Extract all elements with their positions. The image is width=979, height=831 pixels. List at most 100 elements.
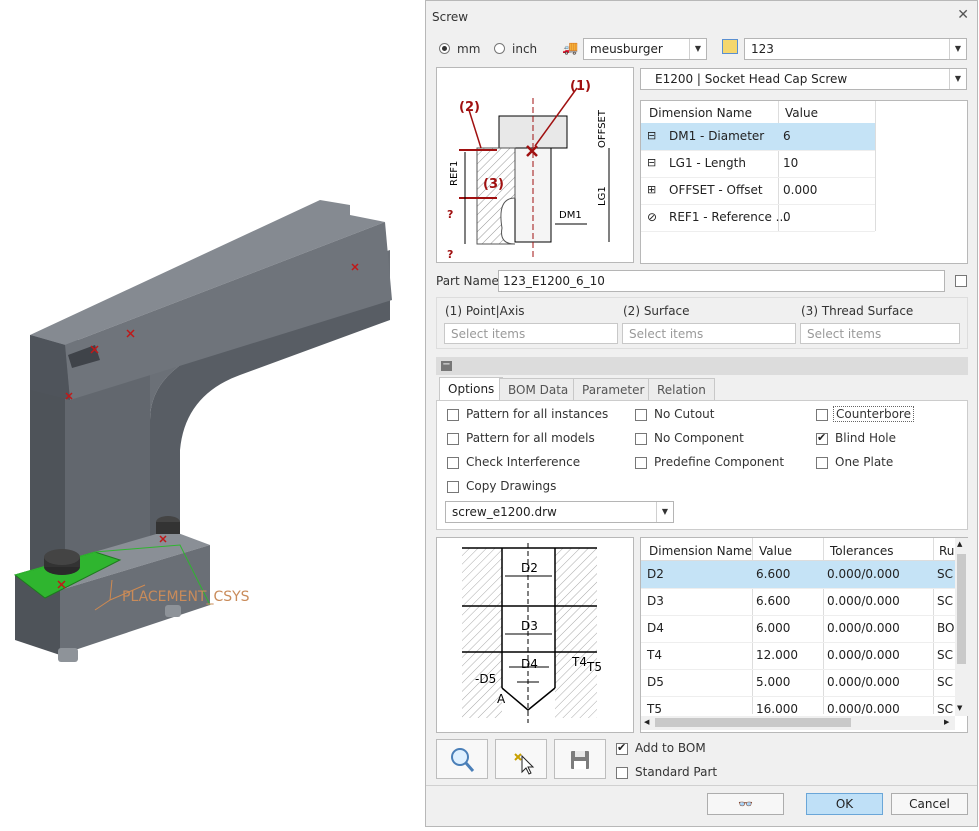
hole-row-d2[interactable]: D2 6.600 0.000/0.000 SC xyxy=(641,561,955,589)
radio-mm[interactable] xyxy=(439,43,450,54)
col-value: Value xyxy=(759,544,792,558)
hole-row-d3[interactable]: D3 6.600 0.000/0.000 SC xyxy=(641,588,955,616)
tab-options[interactable]: Options xyxy=(439,377,504,401)
hole-row-value[interactable]: 5.000 xyxy=(756,675,790,689)
cb-standard-part[interactable] xyxy=(616,767,628,779)
scroll-thumb[interactable] xyxy=(957,554,966,664)
hole-row-name: D3 xyxy=(647,594,664,608)
cb-add-to-bom[interactable] xyxy=(616,741,628,755)
save-button[interactable] xyxy=(554,739,606,779)
col-dimension-name: Dimension Name xyxy=(649,544,753,558)
screw-diagram: (1) (2) (3) REF1 LG1 OFFSET DM1 ? ? xyxy=(436,67,634,263)
ref-label-point: (1) Point|Axis xyxy=(445,304,525,318)
scroll-left-icon[interactable]: ◀ xyxy=(644,718,649,726)
zoom-button[interactable] xyxy=(436,739,488,779)
part-name-checkbox[interactable] xyxy=(955,275,967,287)
cb-copy-drawings[interactable] xyxy=(447,481,459,493)
hole-row-tol[interactable]: 0.000/0.000 xyxy=(827,702,900,714)
hole-row-value[interactable]: 6.600 xyxy=(756,567,790,581)
dim-row-offset[interactable]: ⊞ OFFSET - Offset 0.000 xyxy=(641,177,875,205)
hole-row-tol[interactable]: 0.000/0.000 xyxy=(827,594,900,608)
hole-row-rule[interactable]: SC xyxy=(937,648,953,662)
dim-table-header: Dimension Name Value xyxy=(641,101,875,124)
dim-row-dm1[interactable]: ⊟ DM1 - Diameter 6 xyxy=(641,123,875,151)
surface-selector[interactable]: Select items xyxy=(622,323,796,344)
hole-row-rule[interactable]: BO xyxy=(937,621,954,635)
radio-inch[interactable] xyxy=(494,43,505,54)
scroll-up-icon[interactable]: ▲ xyxy=(957,540,962,548)
hole-row-tol[interactable]: 0.000/0.000 xyxy=(827,648,900,662)
cb-pattern-instances[interactable] xyxy=(447,409,459,421)
hole-row-rule[interactable]: SC xyxy=(937,567,953,581)
question-2: ? xyxy=(447,248,453,261)
dim-row-lg1[interactable]: ⊟ LG1 - Length 10 xyxy=(641,150,875,178)
catalog-combo[interactable]: 123 ▼ xyxy=(744,38,967,60)
hole-row-d4[interactable]: D4 6.000 0.000/0.000 BO xyxy=(641,615,955,643)
hole-row-value[interactable]: 6.000 xyxy=(756,621,790,635)
offset-icon: ⊞ xyxy=(647,183,657,196)
tab-parameter[interactable]: Parameter xyxy=(573,378,654,400)
cb-pattern-models[interactable] xyxy=(447,433,459,445)
dimension-table: Dimension Name Value ⊟ DM1 - Diameter 6 … xyxy=(640,100,968,264)
cb-one-plate[interactable] xyxy=(816,457,828,469)
hole-row-t5[interactable]: T5 16.000 0.000/0.000 SC xyxy=(641,696,955,714)
dim-row-ref1[interactable]: ⊘ REF1 - Reference ... 0 xyxy=(641,204,875,232)
supplier-value: meusburger xyxy=(590,42,663,56)
model-3d-view[interactable]: PLACEMENT_CSYS xyxy=(0,0,425,828)
preview-button[interactable]: 👓 xyxy=(707,793,784,815)
scroll-down-icon[interactable]: ▼ xyxy=(957,704,962,712)
hscroll-thumb[interactable] xyxy=(655,718,851,727)
horizontal-scrollbar[interactable]: ◀ ▶ xyxy=(641,716,955,730)
supplier-combo[interactable]: meusburger ▼ xyxy=(583,38,707,60)
chevron-down-icon[interactable]: ▼ xyxy=(656,502,673,522)
cb-blind-hole[interactable] xyxy=(816,431,828,445)
label-2: (2) xyxy=(459,100,480,115)
dim-row-value[interactable]: 0.000 xyxy=(783,183,817,197)
cb-no-component[interactable] xyxy=(635,433,647,445)
cb-predefine-component[interactable] xyxy=(635,457,647,469)
chevron-down-icon[interactable]: ▼ xyxy=(949,69,966,89)
hole-row-t4[interactable]: T4 12.000 0.000/0.000 SC xyxy=(641,642,955,670)
hole-row-value[interactable]: 16.000 xyxy=(756,702,798,714)
cb-no-cutout[interactable] xyxy=(635,409,647,421)
dim-row-value[interactable]: 6 xyxy=(783,129,791,143)
thread-surface-selector[interactable]: Select items xyxy=(800,323,960,344)
ok-button[interactable]: OK xyxy=(806,793,883,815)
hole-row-value[interactable]: 6.600 xyxy=(756,594,790,608)
dim-row-name: LG1 - Length xyxy=(669,156,746,170)
part-name-input[interactable]: 123_E1200_6_10 xyxy=(498,270,945,292)
hole-row-tol[interactable]: 0.000/0.000 xyxy=(827,567,900,581)
dim-row-value[interactable]: 0 xyxy=(783,210,791,224)
hole-row-rule[interactable]: SC xyxy=(937,675,953,689)
chevron-down-icon[interactable]: ▼ xyxy=(689,39,706,59)
tab-relation[interactable]: Relation xyxy=(648,378,715,400)
tab-bom-data[interactable]: BOM Data xyxy=(499,378,578,400)
scroll-right-icon[interactable]: ▶ xyxy=(944,718,949,726)
cb-counterbore[interactable] xyxy=(816,409,828,421)
screw-type-value: E1200 | Socket Head Cap Screw xyxy=(655,72,848,86)
truck-icon: 🚚 xyxy=(562,41,579,56)
hole-row-d5[interactable]: D5 5.000 0.000/0.000 SC xyxy=(641,669,955,697)
collapse-icon[interactable]: − xyxy=(441,360,452,371)
hole-row-tol[interactable]: 0.000/0.000 xyxy=(827,675,900,689)
drawing-file-combo[interactable]: screw_e1200.drw ▼ xyxy=(445,501,674,523)
cancel-button[interactable]: Cancel xyxy=(891,793,968,815)
close-icon[interactable]: ✕ xyxy=(957,7,969,23)
chevron-down-icon[interactable]: ▼ xyxy=(949,39,966,59)
hole-row-rule[interactable]: SC xyxy=(937,594,953,608)
cb-counterbore-label: Counterbore xyxy=(833,406,914,422)
hole-row-value[interactable]: 12.000 xyxy=(756,648,798,662)
screw-type-combo[interactable]: E1200 | Socket Head Cap Screw ▼ xyxy=(640,68,967,90)
dim-row-value[interactable]: 10 xyxy=(783,156,798,170)
hole-table-body[interactable]: D2 6.600 0.000/0.000 SC D3 6.600 0.000/0… xyxy=(641,561,955,714)
collapse-bar[interactable]: − xyxy=(436,357,968,375)
point-axis-selector[interactable]: Select items xyxy=(444,323,618,344)
dim-row-name: OFFSET - Offset xyxy=(669,183,763,197)
hole-row-tol[interactable]: 0.000/0.000 xyxy=(827,621,900,635)
select-point-button[interactable] xyxy=(495,739,547,779)
hole-row-rule[interactable]: SC xyxy=(937,702,953,714)
cb-check-interference[interactable] xyxy=(447,457,459,469)
col-tolerances: Tolerances xyxy=(830,544,894,558)
vertical-scrollbar[interactable]: ▲ ▼ xyxy=(955,538,968,716)
model-viewport[interactable]: PLACEMENT_CSYS xyxy=(0,0,425,828)
